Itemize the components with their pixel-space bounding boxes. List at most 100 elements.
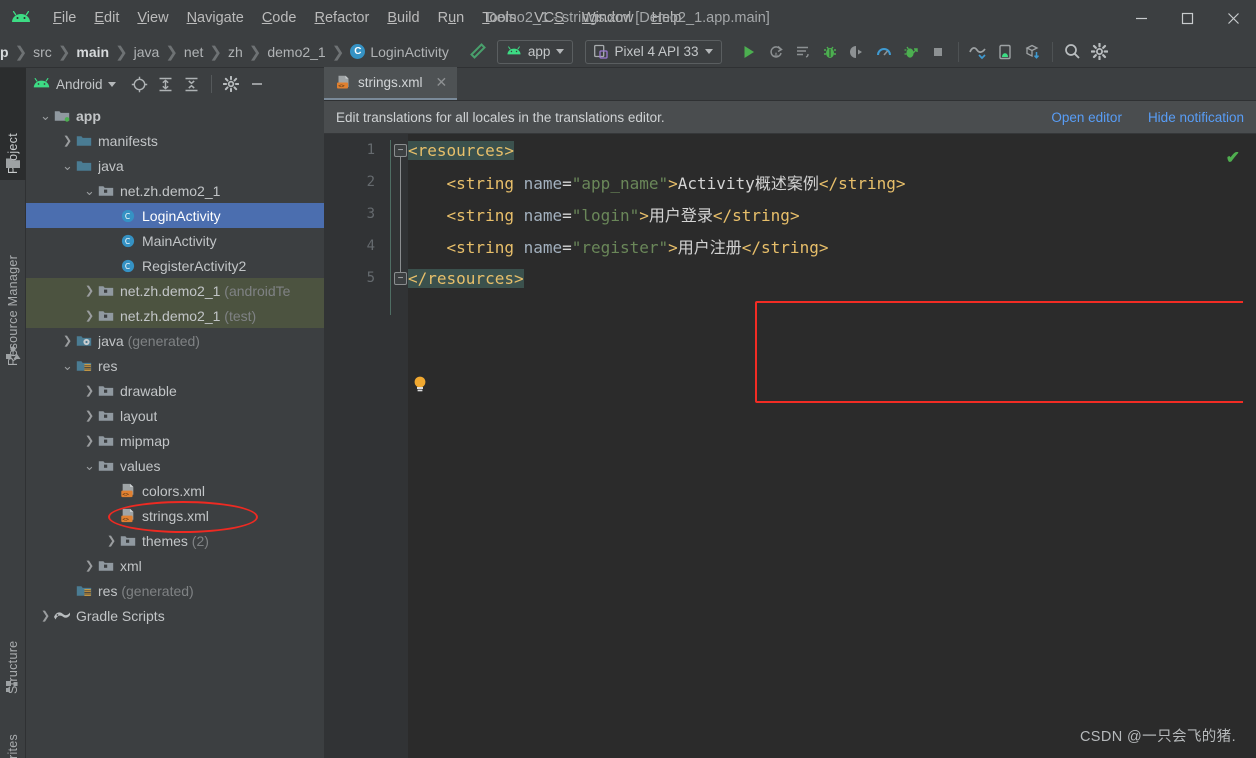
fold-marker-close[interactable]: − [394,272,407,285]
tree-row[interactable]: ❯ net.zh.demo2_1 (test) [26,303,324,328]
minimize-button[interactable] [1118,0,1164,36]
tree-expand-arrow-icon[interactable] [104,203,119,228]
tree-row[interactable]: ❯ net.zh.demo2_1 (androidTe [26,278,324,303]
run-with-coverage-icon[interactable] [898,39,925,65]
maximize-button[interactable] [1164,0,1210,36]
open-editor-link[interactable]: Open editor [1051,110,1122,125]
tree-expand-arrow-icon[interactable]: ❯ [82,303,97,328]
code-line[interactable]: <string name="app_name">Activity概述案例</st… [408,166,1256,198]
panel-settings-gear-icon[interactable] [219,72,243,96]
editor-tab-strings-xml[interactable]: <> strings.xml ✕ [324,67,458,100]
code-folding-bar[interactable]: − − [386,134,408,758]
tree-row[interactable]: <> strings.xml [26,503,324,528]
tree-row[interactable]: ⌄ net.zh.demo2_1 [26,178,324,203]
tree-row[interactable]: C RegisterActivity2 [26,253,324,278]
debug-icon[interactable] [817,39,844,65]
close-button[interactable] [1210,0,1256,36]
hide-panel-icon[interactable] [245,72,269,96]
menu-navigate[interactable]: Navigate [178,7,253,29]
tree-expand-arrow-icon[interactable]: ❯ [60,328,75,353]
hide-notification-link[interactable]: Hide notification [1148,110,1244,125]
breadcrumb-java[interactable]: java [129,44,165,60]
breadcrumb-src[interactable]: src [28,44,57,60]
tree-expand-arrow-icon[interactable] [104,228,119,253]
tree-row[interactable]: ❯ Gradle Scripts [26,603,324,628]
menu-edit[interactable]: Edit [85,7,128,29]
menu-code[interactable]: Code [253,7,306,29]
breadcrumb-main[interactable]: main [71,44,114,60]
tree-expand-arrow-icon[interactable]: ❯ [104,528,119,553]
menu-help[interactable]: Help [642,7,690,29]
editor-scrollbar[interactable] [1243,200,1256,758]
tree-row[interactable]: ❯ layout [26,403,324,428]
tree-expand-arrow-icon[interactable]: ❯ [38,603,53,628]
apply-code-changes-icon[interactable] [790,39,817,65]
tree-row[interactable]: ❯ drawable [26,378,324,403]
device-file-explorer-icon[interactable] [992,39,1019,65]
collapse-all-icon[interactable] [180,72,204,96]
menu-file[interactable]: File [44,7,85,29]
tree-row[interactable]: C LoginActivity [26,203,324,228]
hammer-icon[interactable] [464,39,491,65]
tree-expand-arrow-icon[interactable] [60,578,75,603]
sdk-manager-icon[interactable] [1019,39,1046,65]
menu-refactor[interactable]: Refactor [306,7,379,29]
expand-all-icon[interactable] [154,72,178,96]
tree-expand-arrow-icon[interactable]: ⌄ [82,178,97,203]
menu-build[interactable]: Build [378,7,428,29]
breadcrumb-login-activity[interactable]: C LoginActivity [345,44,454,60]
tree-row[interactable]: ⌄ app [26,103,324,128]
tree-row[interactable]: res (generated) [26,578,324,603]
device-selector[interactable]: Pixel 4 API 33 [585,39,722,64]
code-editor[interactable]: 12345 − − <resources> <string name="app_… [324,134,1256,758]
code-line[interactable]: <resources> [408,134,1256,166]
close-icon[interactable]: ✕ [436,74,448,91]
apply-changes-icon[interactable]: A [763,39,790,65]
run-icon[interactable] [736,39,763,65]
project-tree[interactable]: ⌄ app ❯ manifests ⌄ java ⌄ net.zh.demo2_1 C Login… [26,100,324,758]
tree-expand-arrow-icon[interactable] [104,478,119,503]
tree-expand-arrow-icon[interactable]: ⌄ [38,103,53,128]
menu-tools[interactable]: Tools [473,7,525,29]
tree-row[interactable]: C MainActivity [26,228,324,253]
tree-expand-arrow-icon[interactable]: ❯ [82,403,97,428]
menu-run[interactable]: Run [429,7,474,29]
tree-row[interactable]: ⌄ res [26,353,324,378]
breadcrumb-net[interactable]: net [179,44,208,60]
menu-vcs[interactable]: VCS [525,7,573,29]
menu-window[interactable]: Window [573,7,643,29]
attach-debugger-icon[interactable] [844,39,871,65]
code-line[interactable]: </resources> [408,262,1256,294]
code-line[interactable]: <string name="register">用户注册</string> [408,230,1256,262]
tree-row[interactable]: ⌄ java [26,153,324,178]
tree-expand-arrow-icon[interactable]: ❯ [60,128,75,153]
tree-row[interactable]: <> colors.xml [26,478,324,503]
select-opened-file-icon[interactable] [128,72,152,96]
tree-row[interactable]: ❯ java (generated) [26,328,324,353]
settings-gear-icon[interactable] [1086,39,1113,65]
tree-expand-arrow-icon[interactable]: ❯ [82,278,97,303]
tree-expand-arrow-icon[interactable]: ⌄ [60,153,75,178]
menu-view[interactable]: View [128,7,177,29]
module-selector[interactable]: app [496,39,574,64]
fold-marker-open[interactable]: − [394,144,407,157]
tree-expand-arrow-icon[interactable]: ❯ [82,428,97,453]
tree-row[interactable]: ❯ manifests [26,128,324,153]
sidebar-item-favorites[interactable]: Favorites [0,706,26,758]
breadcrumb-demo2_1[interactable]: demo2_1 [262,44,330,60]
profiler-icon[interactable] [871,39,898,65]
breadcrumb-app[interactable]: p [0,44,14,60]
search-everywhere-icon[interactable] [1059,39,1086,65]
project-view-selector[interactable]: Android [32,77,116,92]
stop-icon[interactable] [925,39,952,65]
code-line[interactable]: <string name="login">用户登录</string> [408,198,1256,230]
tree-expand-arrow-icon[interactable] [104,253,119,278]
tree-expand-arrow-icon[interactable]: ⌄ [60,353,75,378]
tree-row[interactable]: ⌄ values [26,453,324,478]
tree-expand-arrow-icon[interactable]: ❯ [82,378,97,403]
tree-row[interactable]: ❯ xml [26,553,324,578]
sidebar-item-resource-manager[interactable]: Resource Manager [0,190,26,372]
tree-row[interactable]: ❯ themes (2) [26,528,324,553]
breadcrumb-zh[interactable]: zh [223,44,248,60]
code-content[interactable]: <resources> <string name="app_name">Acti… [408,134,1256,758]
